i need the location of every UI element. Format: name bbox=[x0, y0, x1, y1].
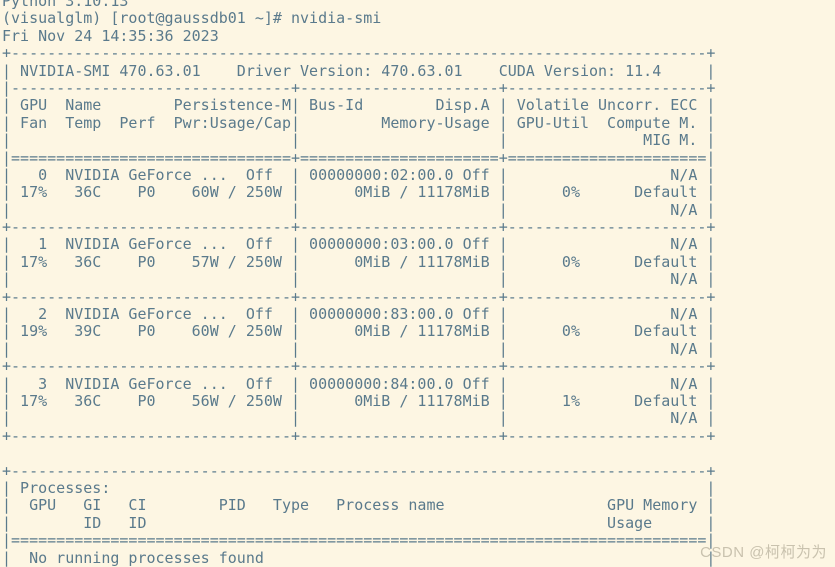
nvidia-smi-line: | 17% 36C P0 56W / 250W | 0MiB / 11178Mi… bbox=[2, 391, 716, 410]
nvidia-smi-line: | | | N/A | bbox=[2, 409, 716, 428]
nvidia-smi-line: | No running processes found | bbox=[2, 548, 716, 567]
nvidia-smi-line: | GPU GI CI PID Type Process name GPU Me… bbox=[2, 496, 716, 515]
nvidia-smi-line: | 2 NVIDIA GeForce ... Off | 00000000:83… bbox=[2, 305, 716, 324]
nvidia-smi-line: +-------------------------------+-------… bbox=[2, 218, 716, 237]
nvidia-smi-line: | Fan Temp Perf Pwr:Usage/Cap| Memory-Us… bbox=[2, 113, 716, 132]
terminal-window[interactable]: Python 3.10.13 (visualglm) [root@gaussdb0… bbox=[0, 0, 835, 567]
nvidia-smi-line: | 1 NVIDIA GeForce ... Off | 00000000:03… bbox=[2, 235, 716, 254]
nvidia-smi-line: | 17% 36C P0 60W / 250W | 0MiB / 11178Mi… bbox=[2, 183, 716, 202]
nvidia-smi-line: | | | MIG M. | bbox=[2, 131, 716, 150]
shell-line: Fri Nov 24 14:35:36 2023 bbox=[2, 26, 219, 45]
terminal-output: Python 3.10.13 (visualglm) [root@gaussdb0… bbox=[2, 0, 715, 567]
nvidia-smi-line: | | | N/A | bbox=[2, 200, 716, 219]
nvidia-smi-line: | 0 NVIDIA GeForce ... Off | 00000000:02… bbox=[2, 165, 716, 184]
nvidia-smi-line: +---------------------------------------… bbox=[2, 44, 716, 63]
csdn-watermark: CSDN @柯柯为为 bbox=[700, 543, 827, 561]
nvidia-smi-line: +-------------------------------+-------… bbox=[2, 287, 716, 306]
nvidia-smi-line: | 19% 39C P0 60W / 250W | 0MiB / 11178Mi… bbox=[2, 322, 716, 341]
nvidia-smi-line: | NVIDIA-SMI 470.63.01 Driver Version: 4… bbox=[2, 61, 716, 80]
nvidia-smi-line: +---------------------------------------… bbox=[2, 461, 716, 480]
nvidia-smi-line: | GPU Name Persistence-M| Bus-Id Disp.A … bbox=[2, 96, 716, 115]
nvidia-smi-line: | Processes: | bbox=[2, 478, 716, 497]
nvidia-smi-line: | 17% 36C P0 57W / 250W | 0MiB / 11178Mi… bbox=[2, 252, 716, 271]
nvidia-smi-line bbox=[2, 445, 715, 462]
nvidia-smi-line: +-------------------------------+-------… bbox=[2, 357, 716, 376]
nvidia-smi-line: | | | N/A | bbox=[2, 270, 716, 289]
nvidia-smi-line: | | | N/A | bbox=[2, 339, 716, 358]
nvidia-smi-line: | 3 NVIDIA GeForce ... Off | 00000000:84… bbox=[2, 374, 716, 393]
shell-line: (visualglm) [root@gaussdb01 ~]# nvidia-s… bbox=[2, 9, 382, 28]
nvidia-smi-line: |===============================+=======… bbox=[2, 148, 716, 167]
nvidia-smi-line: | ID ID Usage | bbox=[2, 513, 716, 532]
nvidia-smi-line: |=======================================… bbox=[2, 531, 716, 550]
nvidia-smi-line: |-------------------------------+-------… bbox=[2, 78, 716, 97]
nvidia-smi-line: +-------------------------------+-------… bbox=[2, 426, 716, 445]
